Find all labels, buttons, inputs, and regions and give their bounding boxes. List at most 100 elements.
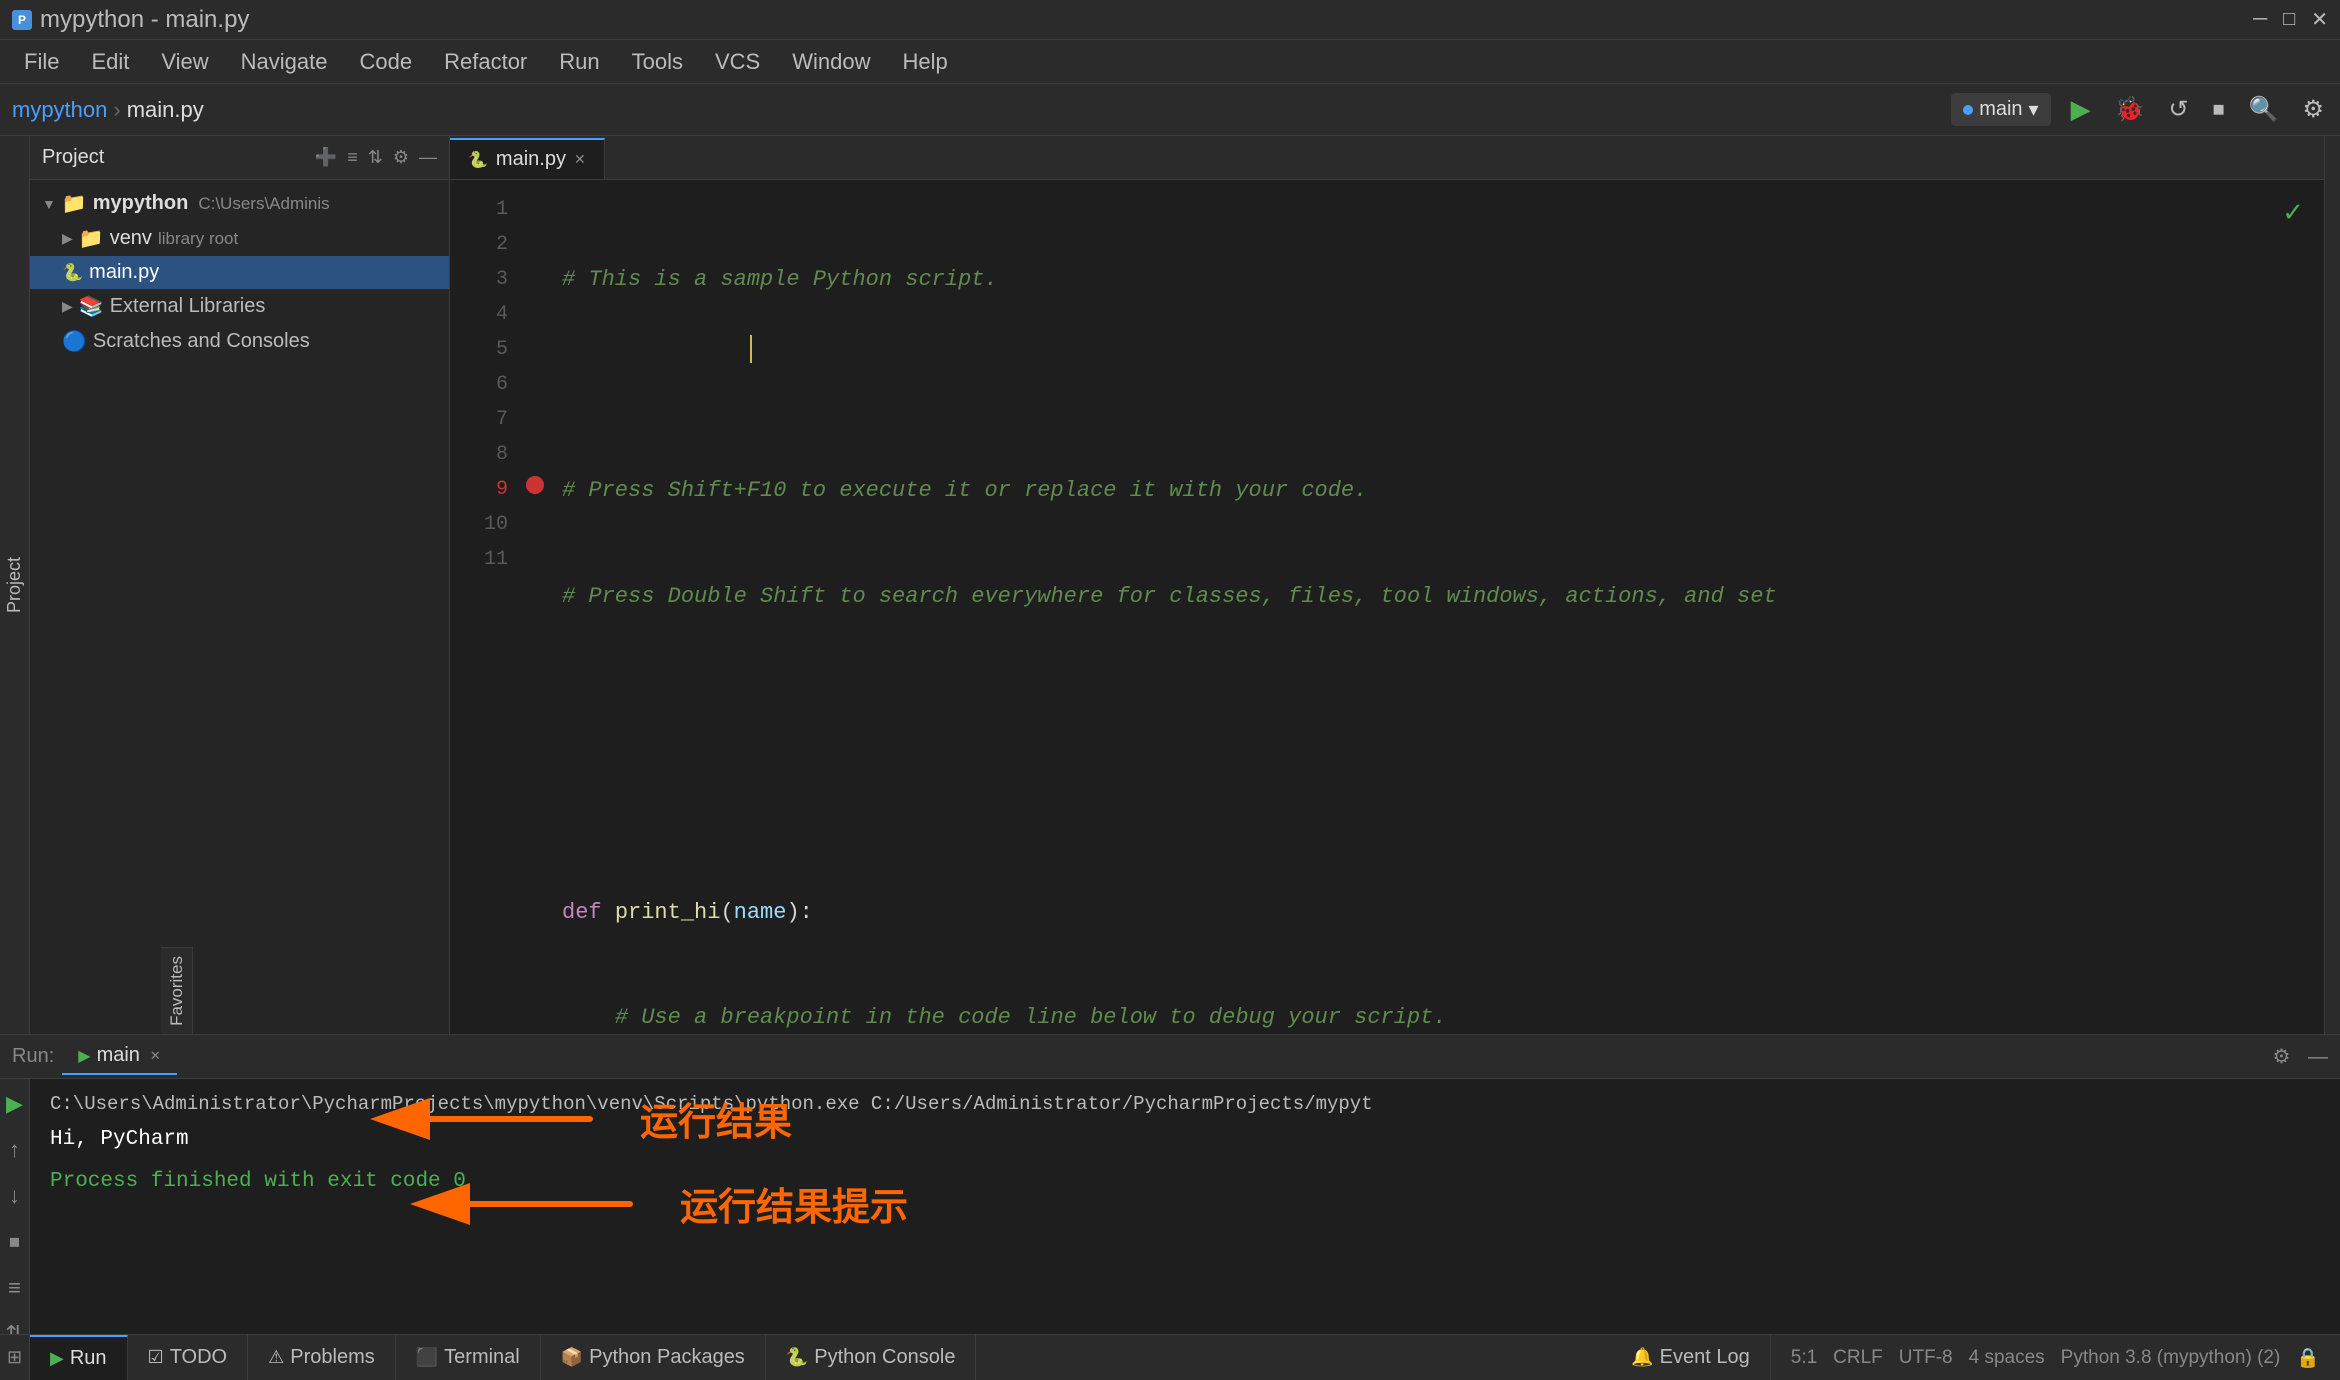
run-scroll-down-btn[interactable]: ↓: [5, 1179, 24, 1213]
project-tab-label[interactable]: Project: [4, 557, 25, 613]
menu-tools[interactable]: Tools: [616, 45, 699, 79]
project-side-tab[interactable]: Project: [0, 136, 30, 1034]
run-tab-bar: Run: ▶ main ✕ ⚙ —: [0, 1035, 2340, 1079]
debug-button[interactable]: 🐞: [2111, 91, 2149, 128]
status-position[interactable]: 5:1: [1791, 1347, 1817, 1369]
menu-edit[interactable]: Edit: [75, 45, 145, 79]
menu-file[interactable]: File: [8, 45, 75, 79]
add-file-icon[interactable]: ➕: [315, 147, 337, 168]
py-file-icon: 🐍: [62, 263, 83, 283]
run-play-btn[interactable]: ▶: [2, 1087, 27, 1121]
minimize-icon[interactable]: —: [2308, 1046, 2328, 1068]
run-rerun-btn[interactable]: ≡: [4, 1271, 25, 1305]
event-log-icon: 🔔: [1631, 1347, 1653, 1368]
run-sidebar: ▶ ↑ ↓ ⏹ ≡ ⇅ 🖨: [0, 1079, 30, 1334]
menu-vcs[interactable]: VCS: [699, 45, 776, 79]
run-tab-close[interactable]: ✕: [150, 1048, 161, 1064]
close-button[interactable]: ✕: [2311, 7, 2328, 32]
line-num-3: 3: [450, 262, 508, 297]
editor-scrollbar[interactable]: [2324, 136, 2340, 1034]
run-label: Run:: [12, 1045, 54, 1068]
bottom-tab-python-packages[interactable]: 📦 Python Packages: [541, 1335, 766, 1380]
search-button[interactable]: 🔍: [2245, 91, 2283, 128]
status-encoding[interactable]: UTF-8: [1899, 1347, 1953, 1369]
favorites-label[interactable]: Favorites: [167, 956, 187, 1026]
menu-refactor[interactable]: Refactor: [428, 45, 543, 79]
editor-tab-mainpy[interactable]: 🐍 main.py ✕: [450, 138, 605, 179]
bottom-tab-python-console[interactable]: 🐍 Python Console: [766, 1335, 977, 1380]
text-cursor: [750, 335, 752, 363]
rerun-button[interactable]: ↺: [2164, 91, 2192, 128]
run-tab-main[interactable]: ▶ main ✕: [62, 1038, 177, 1075]
bottom-tab-run-label: Run: [70, 1347, 107, 1370]
run-panel-settings: ⚙ —: [2261, 1044, 2340, 1069]
minimize-panel-icon[interactable]: —: [419, 147, 437, 168]
run-stop-btn[interactable]: ⏹: [5, 1225, 24, 1259]
code-line-2: [562, 368, 2312, 403]
sort-icon[interactable]: ⇅: [368, 147, 383, 168]
line-num-1: 1: [450, 192, 508, 227]
stop-button[interactable]: ⏹: [2209, 92, 2229, 128]
menu-navigate[interactable]: Navigate: [225, 45, 344, 79]
python-console-icon: 🐍: [786, 1347, 808, 1368]
folder-icon-venv: 📁: [79, 226, 104, 251]
title-bar-controls[interactable]: ─ □ ✕: [2253, 7, 2328, 32]
run-config-selector[interactable]: main ▾: [1951, 93, 2050, 126]
project-header-icons: ➕ ≡ ⇅ ⚙ —: [315, 147, 437, 168]
settings-icon[interactable]: ⚙: [393, 147, 409, 168]
bottom-tab-event-log[interactable]: 🔔 Event Log: [1611, 1335, 1771, 1380]
bottom-tab-run[interactable]: ▶ Run: [30, 1335, 128, 1380]
tab-close-mainpy[interactable]: ✕: [574, 151, 586, 168]
editor-area: 🐍 main.py ✕ 1 2 3 4 5 6 7 8 9 10 11: [450, 136, 2324, 1034]
settings-icon[interactable]: ⚙: [2273, 1046, 2291, 1068]
menu-view[interactable]: View: [145, 45, 224, 79]
menu-help[interactable]: Help: [886, 45, 963, 79]
tree-item-mainpy[interactable]: 🐍 main.py: [30, 256, 449, 289]
code-editor[interactable]: 1 2 3 4 5 6 7 8 9 10 11 # This is a samp…: [450, 180, 2324, 1034]
menu-window[interactable]: Window: [776, 45, 886, 79]
maximize-button[interactable]: □: [2283, 7, 2295, 32]
menu-run[interactable]: Run: [543, 45, 615, 79]
tree-item-scratches[interactable]: 🔵 Scratches and Consoles: [30, 324, 449, 359]
menu-code[interactable]: Code: [344, 45, 429, 79]
status-lock-icon: 🔒: [2296, 1346, 2320, 1370]
toolbar: mypython › main.py main ▾ ▶ 🐞 ↺ ⏹ 🔍 ⚙: [0, 84, 2340, 136]
bottom-tab-todo[interactable]: ☑ TODO: [128, 1335, 249, 1380]
bottom-tab-problems-label: Problems: [290, 1346, 374, 1369]
line-num-9: 9: [450, 472, 508, 507]
title-bar-left: P mypython - main.py: [12, 6, 249, 34]
tree-item-venv[interactable]: ▶ 📁 venv library root: [30, 221, 449, 256]
run-button[interactable]: ▶: [2067, 90, 2095, 129]
line-num-8: 8: [450, 437, 508, 472]
window-title: mypython - main.py: [40, 6, 249, 34]
breadcrumb-file[interactable]: main.py: [127, 97, 204, 123]
bottom-tab-terminal[interactable]: ⬛ Terminal: [396, 1335, 541, 1380]
tree-item-mypython[interactable]: ▼ 📁 mypython C:\Users\Adminis: [30, 186, 449, 221]
status-indent[interactable]: 4 spaces: [1969, 1347, 2045, 1369]
title-bar: P mypython - main.py ─ □ ✕: [0, 0, 2340, 40]
code-content[interactable]: # This is a sample Python script. # Pres…: [550, 180, 2324, 1034]
file-tree: ▼ 📁 mypython C:\Users\Adminis ▶ 📁 venv l…: [30, 180, 449, 1034]
run-config-arrow: ▾: [2029, 97, 2039, 122]
run-scroll-up-btn[interactable]: ↑: [5, 1133, 24, 1167]
breadcrumb-project[interactable]: mypython: [12, 97, 107, 123]
status-separator[interactable]: CRLF: [1833, 1347, 1883, 1369]
minimize-button[interactable]: ─: [2253, 7, 2267, 32]
run-output: C:\Users\Administrator\PycharmProjects\m…: [30, 1079, 2340, 1334]
settings-button[interactable]: ⚙: [2298, 91, 2328, 128]
bottom-tab-python-packages-label: Python Packages: [589, 1346, 745, 1369]
run-tab-name: main: [97, 1044, 140, 1067]
tree-item-external-libs[interactable]: ▶ 📚 External Libraries: [30, 289, 449, 324]
tree-label-mainpy: main.py: [89, 261, 159, 284]
status-interpreter[interactable]: Python 3.8 (mypython) (2): [2061, 1347, 2281, 1369]
breakpoint-line9[interactable]: [526, 476, 544, 494]
bottom-tab-problems[interactable]: ⚠ Problems: [248, 1335, 396, 1380]
layout-toggle[interactable]: ⊞: [0, 1335, 30, 1380]
favorites-panel: Favorites: [161, 947, 193, 1034]
project-panel-header: Project ➕ ≡ ⇅ ⚙ —: [30, 136, 449, 180]
tree-label-library-root: library root: [158, 229, 238, 249]
project-panel-title: Project: [42, 146, 104, 169]
run-format-btn[interactable]: ⇅: [1, 1317, 27, 1334]
tree-label-mypython: mypython: [93, 192, 189, 215]
collapse-icon[interactable]: ≡: [347, 147, 358, 168]
